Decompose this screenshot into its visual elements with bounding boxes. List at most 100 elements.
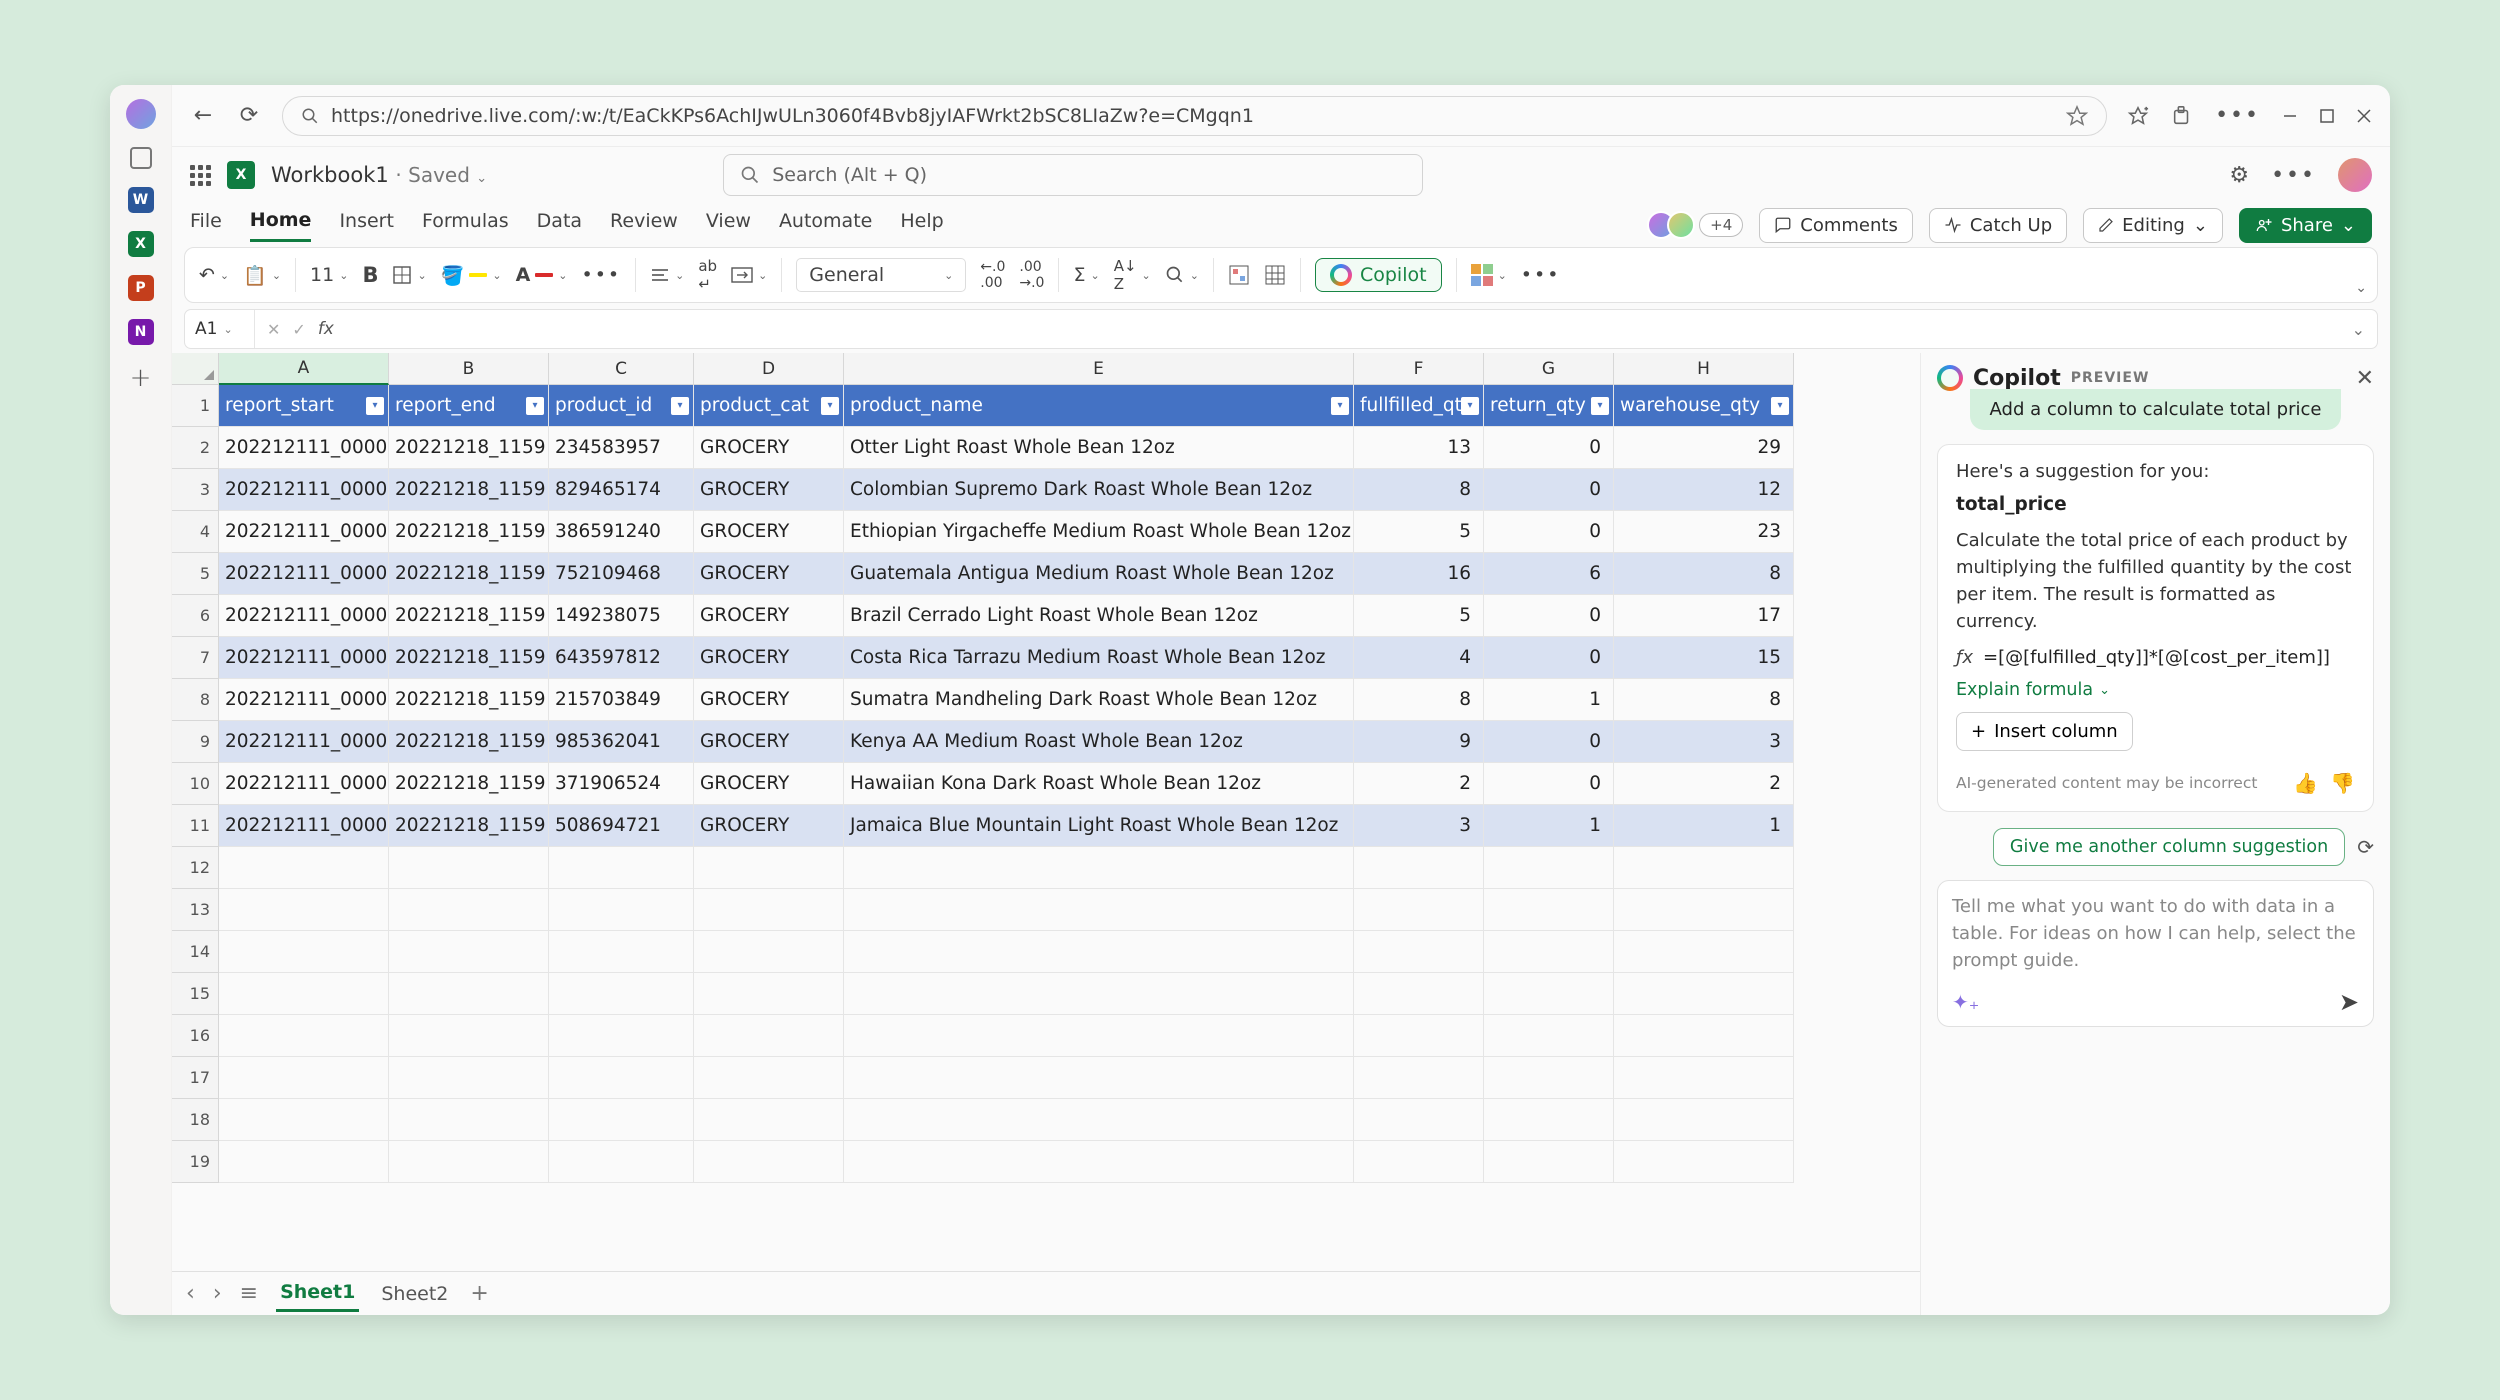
font-more-icon[interactable]: •••	[582, 264, 622, 286]
row-header[interactable]: 7	[172, 637, 219, 679]
refresh-icon[interactable]: ⟳	[236, 103, 262, 129]
cell[interactable]: 13	[1354, 427, 1484, 469]
copilot-ribbon-button[interactable]: Copilot	[1315, 258, 1442, 292]
cell[interactable]	[219, 973, 389, 1015]
cell[interactable]: 985362041	[549, 721, 694, 763]
table-header-cell[interactable]: report_end▾	[389, 385, 549, 427]
col-header-a[interactable]: A	[219, 353, 389, 385]
cell[interactable]	[1614, 1141, 1794, 1183]
files-icon[interactable]	[130, 147, 152, 169]
onenote-icon[interactable]: N	[128, 319, 154, 345]
wrap-text-button[interactable]: ab↵	[698, 257, 717, 293]
row-header[interactable]: 6	[172, 595, 219, 637]
fill-color-button[interactable]: 🪣⌄	[441, 264, 502, 287]
cell[interactable]: 202212111_0000	[219, 805, 389, 847]
catchup-button[interactable]: Catch Up	[1929, 208, 2067, 243]
another-suggestion-button[interactable]: Give me another column suggestion	[1993, 828, 2345, 866]
tab-data[interactable]: Data	[537, 210, 582, 240]
cell[interactable]	[1614, 1099, 1794, 1141]
cell[interactable]: 0	[1484, 469, 1614, 511]
cell[interactable]	[219, 931, 389, 973]
cell[interactable]	[1354, 1141, 1484, 1183]
col-header-d[interactable]: D	[694, 353, 844, 385]
cell[interactable]	[1614, 931, 1794, 973]
sheet-tab-2[interactable]: Sheet2	[377, 1277, 452, 1311]
cell[interactable]: 202212111_0000	[219, 637, 389, 679]
cell[interactable]: 8	[1354, 469, 1484, 511]
sort-filter-button[interactable]: A↓Z⌄	[1114, 257, 1151, 293]
cell[interactable]	[1484, 847, 1614, 889]
row-header[interactable]: 18	[172, 1099, 219, 1141]
row-header[interactable]: 14	[172, 931, 219, 973]
cell[interactable]: 202212111_0000	[219, 763, 389, 805]
cell[interactable]	[389, 1015, 549, 1057]
cell[interactable]	[1614, 1057, 1794, 1099]
tab-view[interactable]: View	[706, 210, 751, 240]
cell[interactable]: GROCERY	[694, 763, 844, 805]
cell[interactable]	[1484, 1057, 1614, 1099]
cell[interactable]: 202212111_0000	[219, 721, 389, 763]
conditional-format-button[interactable]	[1228, 264, 1250, 286]
cell[interactable]	[1354, 1099, 1484, 1141]
cell[interactable]: 20221218_1159	[389, 805, 549, 847]
explain-formula-link[interactable]: Explain formula⌄	[1956, 680, 2355, 700]
font-color-button[interactable]: A⌄	[516, 264, 568, 286]
cell[interactable]: Sumatra Mandheling Dark Roast Whole Bean…	[844, 679, 1354, 721]
cell[interactable]: GROCERY	[694, 553, 844, 595]
cell[interactable]	[1354, 931, 1484, 973]
collections-icon[interactable]	[2127, 105, 2149, 127]
row-header[interactable]: 9	[172, 721, 219, 763]
cell[interactable]	[1484, 931, 1614, 973]
cell[interactable]	[694, 1057, 844, 1099]
doc-title[interactable]: Workbook1 · Saved ⌄	[271, 163, 487, 187]
thumbs-up-icon[interactable]: 👍	[2293, 771, 2318, 795]
cell[interactable]	[1484, 973, 1614, 1015]
cell[interactable]: 202212111_0000	[219, 469, 389, 511]
cell[interactable]	[1354, 1057, 1484, 1099]
cell[interactable]	[549, 1141, 694, 1183]
cell[interactable]: 20221218_1159	[389, 637, 549, 679]
filter-icon[interactable]: ▾	[821, 397, 839, 415]
cell[interactable]	[694, 1141, 844, 1183]
cell[interactable]: 8	[1354, 679, 1484, 721]
cell[interactable]	[844, 1099, 1354, 1141]
cell[interactable]: 202212111_0000	[219, 595, 389, 637]
sheet-add-icon[interactable]: +	[470, 1281, 488, 1306]
cell[interactable]: 2	[1614, 763, 1794, 805]
cell[interactable]	[1354, 847, 1484, 889]
cell[interactable]	[1484, 1099, 1614, 1141]
cell[interactable]	[549, 1057, 694, 1099]
spreadsheet-grid[interactable]: A B C D E F G H 1report_start▾report_end…	[172, 353, 1920, 1315]
borders-button[interactable]: ⌄	[392, 265, 426, 285]
cell[interactable]: 234583957	[549, 427, 694, 469]
title-more-icon[interactable]: •••	[2271, 163, 2316, 188]
tab-automate[interactable]: Automate	[779, 210, 872, 240]
number-format-select[interactable]: General⌄	[796, 258, 966, 292]
cell[interactable]	[1484, 889, 1614, 931]
cell[interactable]	[694, 847, 844, 889]
cell[interactable]	[219, 889, 389, 931]
app-launcher-icon[interactable]	[190, 165, 211, 186]
cell[interactable]: 829465174	[549, 469, 694, 511]
cell[interactable]	[1354, 973, 1484, 1015]
cell[interactable]	[219, 1099, 389, 1141]
rail-avatar[interactable]	[126, 99, 156, 129]
row-header[interactable]: 16	[172, 1015, 219, 1057]
close-window-icon[interactable]	[2356, 108, 2372, 124]
cell[interactable]	[844, 973, 1354, 1015]
align-button[interactable]: ⌄	[650, 267, 684, 283]
powerpoint-icon[interactable]: P	[128, 275, 154, 301]
cell[interactable]: 1	[1614, 805, 1794, 847]
cell[interactable]: 20221218_1159	[389, 763, 549, 805]
search-box[interactable]: Search (Alt + Q)	[723, 154, 1423, 196]
cell[interactable]: 0	[1484, 511, 1614, 553]
cell[interactable]	[219, 1057, 389, 1099]
cell[interactable]: 29	[1614, 427, 1794, 469]
col-header-g[interactable]: G	[1484, 353, 1614, 385]
cell[interactable]: GROCERY	[694, 427, 844, 469]
cell[interactable]: 20221218_1159	[389, 595, 549, 637]
col-header-c[interactable]: C	[549, 353, 694, 385]
formula-expand-icon[interactable]: ⌄	[2340, 320, 2377, 339]
cell[interactable]	[844, 931, 1354, 973]
minimize-icon[interactable]	[2282, 108, 2298, 124]
